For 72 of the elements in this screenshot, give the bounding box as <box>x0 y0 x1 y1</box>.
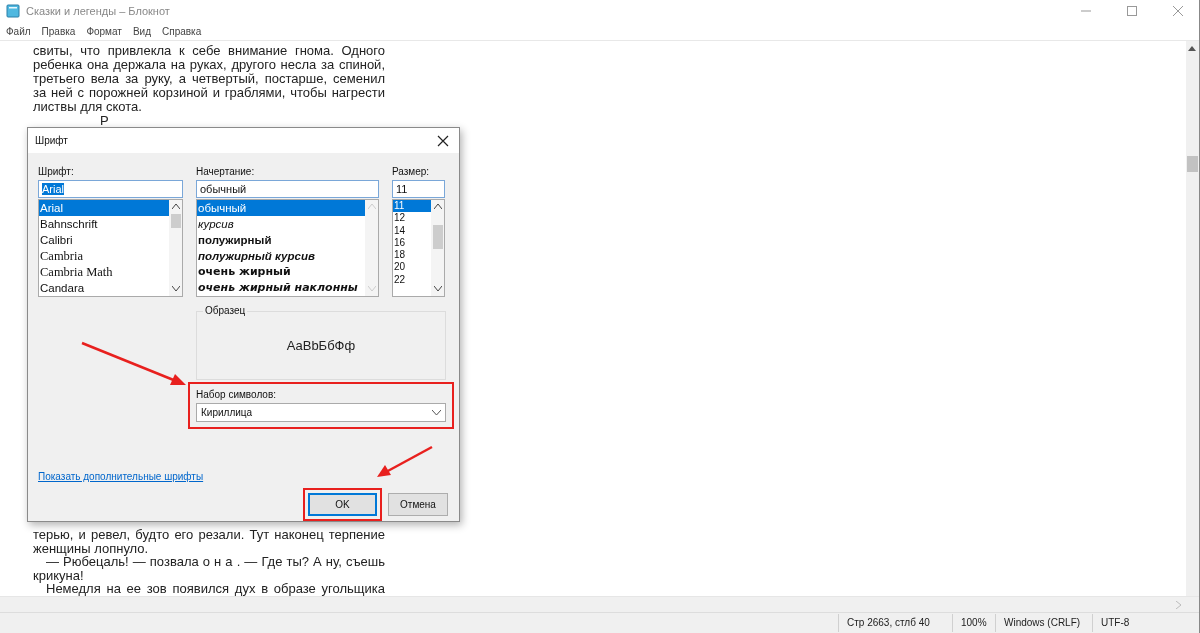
text-line: терью, и ревел, будто его резали. Тут наконец терпение <box>33 528 385 542</box>
font-size-item[interactable]: 14 <box>393 224 431 237</box>
text-line: крикуна! <box>33 568 84 582</box>
scroll-thumb[interactable] <box>170 214 181 228</box>
font-list-item[interactable]: Cambria Math <box>39 264 169 280</box>
menu-item[interactable]: Формат <box>86 25 122 37</box>
font-style-item[interactable]: полужирный курсив <box>197 248 365 264</box>
font-style-item[interactable]: очень жирный наклонны <box>197 280 365 296</box>
dialog-title: Шрифт <box>35 135 68 146</box>
font-size-field[interactable]: 11 <box>392 180 445 198</box>
scroll-down-icon[interactable] <box>171 286 180 291</box>
status-item: UTF-8 <box>1092 614 1138 632</box>
text-line: листвы для скота. <box>33 100 142 114</box>
maximize-icon[interactable] <box>1127 6 1137 16</box>
font-list-item[interactable]: Calibri <box>39 232 169 248</box>
more-fonts-link[interactable]: Показать дополнительные шрифты <box>38 471 204 482</box>
font-list-item[interactable]: Bahnschrift <box>39 216 169 232</box>
scroll-up-icon[interactable] <box>1188 46 1196 51</box>
horizontal-scrollbar[interactable] <box>0 596 1199 612</box>
notepad-icon <box>6 4 20 18</box>
heading-letter: Р <box>100 114 110 128</box>
window-title: Сказки и легенды – Блокнот <box>26 5 170 17</box>
menu-item[interactable]: Справка <box>162 25 202 37</box>
font-size-item[interactable]: 16 <box>393 236 431 250</box>
menu-item[interactable]: Вид <box>132 25 151 37</box>
font-list-item[interactable]: Arial <box>39 200 169 216</box>
field-label: Начертание: <box>196 165 255 178</box>
font-size-item[interactable]: 18 <box>393 249 431 262</box>
text-line: — Рюбецаль! — позвала о н а . — Где ты? А ну, съешь <box>46 555 385 569</box>
font-list-item[interactable]: Candara <box>39 280 169 296</box>
text-line: свиты, что привлекла к себе внимание гнома. Одного <box>33 44 385 58</box>
status-item: Стр 2663, стлб 40 <box>838 614 952 632</box>
text-line: ребенка она держала на руках, другого несла за спиной, <box>33 58 385 72</box>
font-size-item[interactable]: 12 <box>393 212 431 225</box>
chevron-down-icon <box>432 410 441 415</box>
scroll-down-icon <box>367 286 376 291</box>
font-style-item[interactable]: обычный <box>197 200 365 216</box>
text-line: женщины лопнуло. <box>33 541 149 555</box>
font-style-item[interactable]: очень жирный <box>197 264 365 280</box>
scroll-up-icon <box>367 204 376 209</box>
text-line: Немедля на ее зов появился дух в образе угольщика <box>46 582 385 596</box>
field-label: Шрифт: <box>38 165 74 178</box>
font-list-item[interactable]: Cambria <box>39 248 169 264</box>
scroll-up-icon[interactable] <box>171 204 180 209</box>
text-line: третьего вела за руку, а четвертый, постарше, семенил <box>33 72 385 86</box>
font-style-item[interactable]: курсив <box>197 216 365 232</box>
status-item: Windows (CRLF) <box>995 614 1092 632</box>
scroll-right-icon[interactable] <box>1176 600 1181 609</box>
vertical-scrollbar[interactable] <box>1186 41 1199 596</box>
scroll-thumb[interactable] <box>1187 156 1198 172</box>
scroll-thumb[interactable] <box>432 225 443 249</box>
font-style-item[interactable]: полужирный <box>197 232 365 248</box>
font-style-field[interactable]: обычный <box>196 180 379 198</box>
scroll-down-icon[interactable] <box>433 286 442 291</box>
font-name-field[interactable]: Arial <box>38 180 183 198</box>
menu-item[interactable]: Файл <box>6 25 31 37</box>
arrow <box>376 445 434 479</box>
font-size-item[interactable]: 11 <box>393 200 431 213</box>
font-size-item[interactable]: 20 <box>393 261 431 274</box>
status-item: 100% <box>952 614 995 632</box>
group-label: Образец <box>203 305 248 316</box>
font-size-item[interactable]: 22 <box>393 273 431 287</box>
charset-dropdown[interactable]: Кириллица <box>196 403 446 422</box>
ok-button[interactable]: OK <box>308 493 377 516</box>
close-icon[interactable] <box>437 134 449 147</box>
menu-item[interactable]: Правка <box>41 25 76 37</box>
scroll-up-icon[interactable] <box>433 204 442 209</box>
field-label: Размер: <box>392 165 430 178</box>
text-line: за ней с порожней корзиной и граблями, чтобы нагрести <box>33 86 385 100</box>
cancel-button[interactable]: Отмена <box>388 493 448 516</box>
field-label: Набор символов: <box>196 388 276 401</box>
sample-text: AaBbБбФф <box>286 338 356 353</box>
